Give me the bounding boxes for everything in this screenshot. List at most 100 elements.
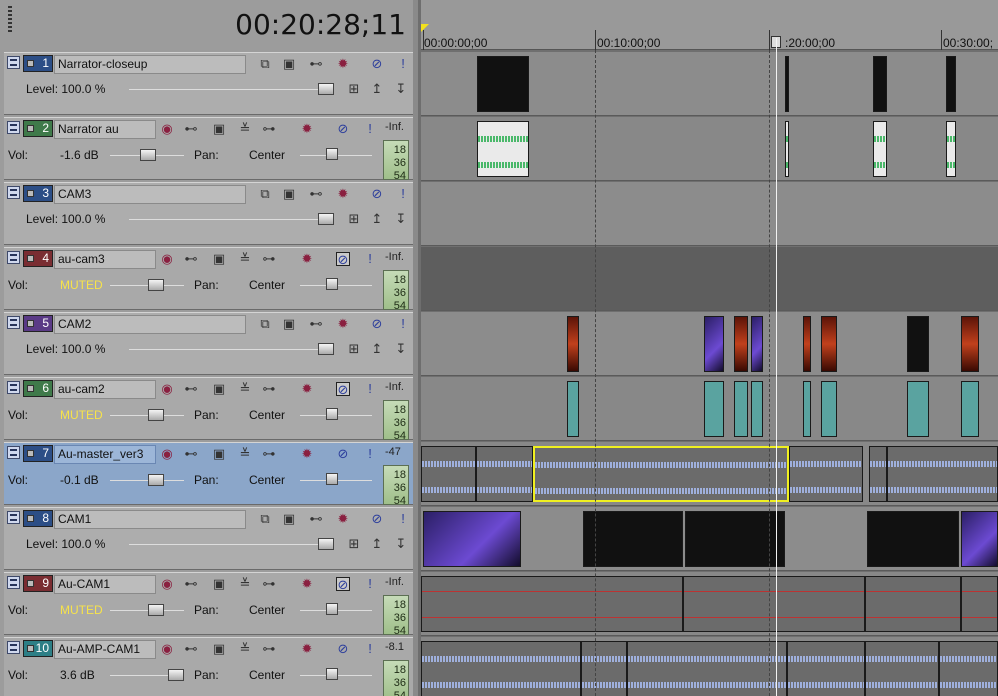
media-clip[interactable] bbox=[533, 446, 789, 502]
media-clip[interactable] bbox=[477, 56, 529, 112]
solo-icon[interactable]: ! bbox=[396, 512, 410, 526]
media-clip[interactable] bbox=[865, 641, 939, 696]
track-header-3[interactable]: 3 CAM3 ⧉ ▣ ⊷ ✹ ⊘! Level: 100.0 % ⊞ ↥ ↧ bbox=[4, 182, 414, 245]
pan-slider-thumb[interactable] bbox=[326, 148, 338, 160]
track-header-9[interactable]: 9 Au-CAM1 ◉ ⊷ ▣ ≚ ⊶ ✹ ⊘! Vol: MUTED Pan: Center -Inf.… bbox=[4, 572, 414, 637]
media-clip[interactable] bbox=[867, 511, 959, 567]
track-expand-icon[interactable] bbox=[7, 56, 20, 69]
track-lane-7[interactable] bbox=[421, 442, 998, 506]
track-lane-9[interactable] bbox=[421, 572, 998, 636]
track-header-7[interactable]: 7 Au-master_ver3 ◉ ⊷ ▣ ≚ ⊶ ✹ ⊘! Vol: -0.1 dB Pan: Ce… bbox=[4, 442, 414, 507]
move-up-icon[interactable]: ↥ bbox=[370, 212, 384, 226]
level-slider-track[interactable] bbox=[129, 544, 334, 545]
fx-gear-icon[interactable]: ✹ bbox=[300, 252, 314, 266]
automation-icon[interactable]: ⊷ bbox=[184, 382, 198, 396]
media-clip[interactable] bbox=[961, 511, 998, 567]
media-clip[interactable] bbox=[567, 316, 579, 372]
pan-slider-thumb[interactable] bbox=[326, 278, 338, 290]
track-expand-icon[interactable] bbox=[7, 576, 20, 589]
track-header-5[interactable]: 5 CAM2 ⧉ ▣ ⊷ ✹ ⊘! Level: 100.0 % ⊞ ↥ ↧ bbox=[4, 312, 414, 375]
media-clip[interactable] bbox=[907, 381, 929, 437]
track-motion-icon[interactable]: ⊞ bbox=[347, 342, 361, 356]
track-name-field[interactable]: Au-AMP-CAM1 bbox=[54, 640, 156, 659]
level-slider-thumb[interactable] bbox=[318, 538, 334, 550]
media-clip[interactable] bbox=[873, 56, 887, 112]
media-clip[interactable] bbox=[421, 641, 581, 696]
envelope-icon[interactable]: ≚ bbox=[238, 577, 252, 591]
track-header-1[interactable]: 1 Narrator-closeup ⧉ ▣ ⊷ ✹ ⊘! Level: 100.0 % ⊞ ↥ ↧ bbox=[4, 52, 414, 115]
move-up-icon[interactable]: ↥ bbox=[370, 342, 384, 356]
volume-slider-thumb[interactable] bbox=[148, 409, 164, 421]
fx-gear-icon[interactable]: ✹ bbox=[336, 512, 350, 526]
composite-mode-icon[interactable]: ⧉ bbox=[258, 57, 272, 71]
track-header-8[interactable]: 8 CAM1 ⧉ ▣ ⊷ ✹ ⊘! Level: 100.0 % ⊞ ↥ ↧ bbox=[4, 507, 414, 570]
fx-bypass-icon[interactable]: ▣ bbox=[212, 577, 226, 591]
mute-icon[interactable]: ⊘ bbox=[370, 187, 384, 201]
envelope-icon[interactable]: ≚ bbox=[238, 252, 252, 266]
media-clip[interactable] bbox=[789, 446, 863, 502]
move-down-icon[interactable]: ↧ bbox=[394, 537, 408, 551]
solo-icon[interactable]: ! bbox=[363, 122, 377, 136]
track-header-4[interactable]: 4 au-cam3 ◉ ⊷ ▣ ≚ ⊶ ✹ ⊘! Vol: MUTED Pan: Center -Inf.… bbox=[4, 247, 414, 312]
media-clip[interactable] bbox=[869, 446, 887, 502]
track-motion-icon[interactable]: ⊞ bbox=[347, 212, 361, 226]
mute-icon[interactable]: ⊘ bbox=[370, 317, 384, 331]
automation-icon[interactable]: ⊷ bbox=[184, 252, 198, 266]
track-number[interactable]: 4 bbox=[23, 250, 53, 267]
arm-record-icon[interactable]: ◉ bbox=[160, 382, 174, 396]
fx-bypass-icon[interactable]: ▣ bbox=[212, 252, 226, 266]
track-expand-icon[interactable] bbox=[7, 641, 20, 654]
media-clip[interactable] bbox=[865, 576, 961, 632]
solo-icon[interactable]: ! bbox=[363, 577, 377, 591]
track-expand-icon[interactable] bbox=[7, 186, 20, 199]
compositing-parent-icon[interactable]: ▣ bbox=[282, 317, 296, 331]
fx-bypass-icon[interactable]: ▣ bbox=[212, 642, 226, 656]
volume-slider-thumb[interactable] bbox=[148, 279, 164, 291]
fx-gear-icon[interactable]: ✹ bbox=[336, 187, 350, 201]
track-lane-3[interactable] bbox=[421, 182, 998, 246]
track-number[interactable]: 3 bbox=[23, 185, 53, 202]
fx-gear-icon[interactable]: ✹ bbox=[300, 577, 314, 591]
routing-icon[interactable]: ⊶ bbox=[262, 382, 276, 396]
drag-grip-icon[interactable] bbox=[8, 6, 12, 34]
media-clip[interactable] bbox=[476, 446, 533, 502]
fx-bypass-icon[interactable]: ▣ bbox=[212, 447, 226, 461]
routing-icon[interactable]: ⊶ bbox=[262, 642, 276, 656]
track-name-field[interactable]: Narrator-closeup bbox=[54, 55, 246, 74]
track-name-field[interactable]: Au-CAM1 bbox=[54, 575, 156, 594]
media-clip[interactable] bbox=[477, 121, 529, 177]
arm-record-icon[interactable]: ◉ bbox=[160, 122, 174, 136]
solo-icon[interactable]: ! bbox=[363, 252, 377, 266]
media-clip[interactable] bbox=[946, 56, 956, 112]
track-lane-8[interactable] bbox=[421, 507, 998, 571]
automation-icon[interactable]: ⊷ bbox=[184, 447, 198, 461]
mute-icon[interactable]: ⊘ bbox=[336, 252, 350, 267]
solo-icon[interactable]: ! bbox=[363, 642, 377, 656]
media-clip[interactable] bbox=[423, 511, 521, 567]
fx-gear-icon[interactable]: ✹ bbox=[300, 382, 314, 396]
envelope-icon[interactable]: ≚ bbox=[238, 447, 252, 461]
track-number[interactable]: 6 bbox=[23, 380, 53, 397]
compositing-parent-icon[interactable]: ▣ bbox=[282, 512, 296, 526]
move-down-icon[interactable]: ↧ bbox=[394, 342, 408, 356]
track-name-field[interactable]: Narrator au bbox=[54, 120, 156, 139]
track-name-field[interactable]: au-cam3 bbox=[54, 250, 156, 269]
mute-icon[interactable]: ⊘ bbox=[336, 577, 350, 592]
media-clip[interactable] bbox=[751, 316, 763, 372]
track-name-field[interactable]: au-cam2 bbox=[54, 380, 156, 399]
volume-slider-track[interactable] bbox=[110, 480, 184, 481]
fx-gear-icon[interactable]: ✹ bbox=[336, 317, 350, 331]
mute-icon[interactable]: ⊘ bbox=[336, 382, 350, 397]
track-lane-2[interactable] bbox=[421, 117, 998, 181]
volume-slider-track[interactable] bbox=[110, 285, 184, 286]
pan-slider-thumb[interactable] bbox=[326, 668, 338, 680]
motion-icon[interactable]: ⊷ bbox=[309, 57, 323, 71]
playhead-cursor[interactable] bbox=[776, 38, 777, 696]
media-clip[interactable] bbox=[685, 511, 785, 567]
track-expand-icon[interactable] bbox=[7, 511, 20, 524]
volume-slider-track[interactable] bbox=[110, 610, 184, 611]
track-lane-10[interactable] bbox=[421, 637, 998, 696]
track-lane-1[interactable] bbox=[421, 52, 998, 116]
media-clip[interactable] bbox=[704, 381, 724, 437]
solo-icon[interactable]: ! bbox=[396, 187, 410, 201]
